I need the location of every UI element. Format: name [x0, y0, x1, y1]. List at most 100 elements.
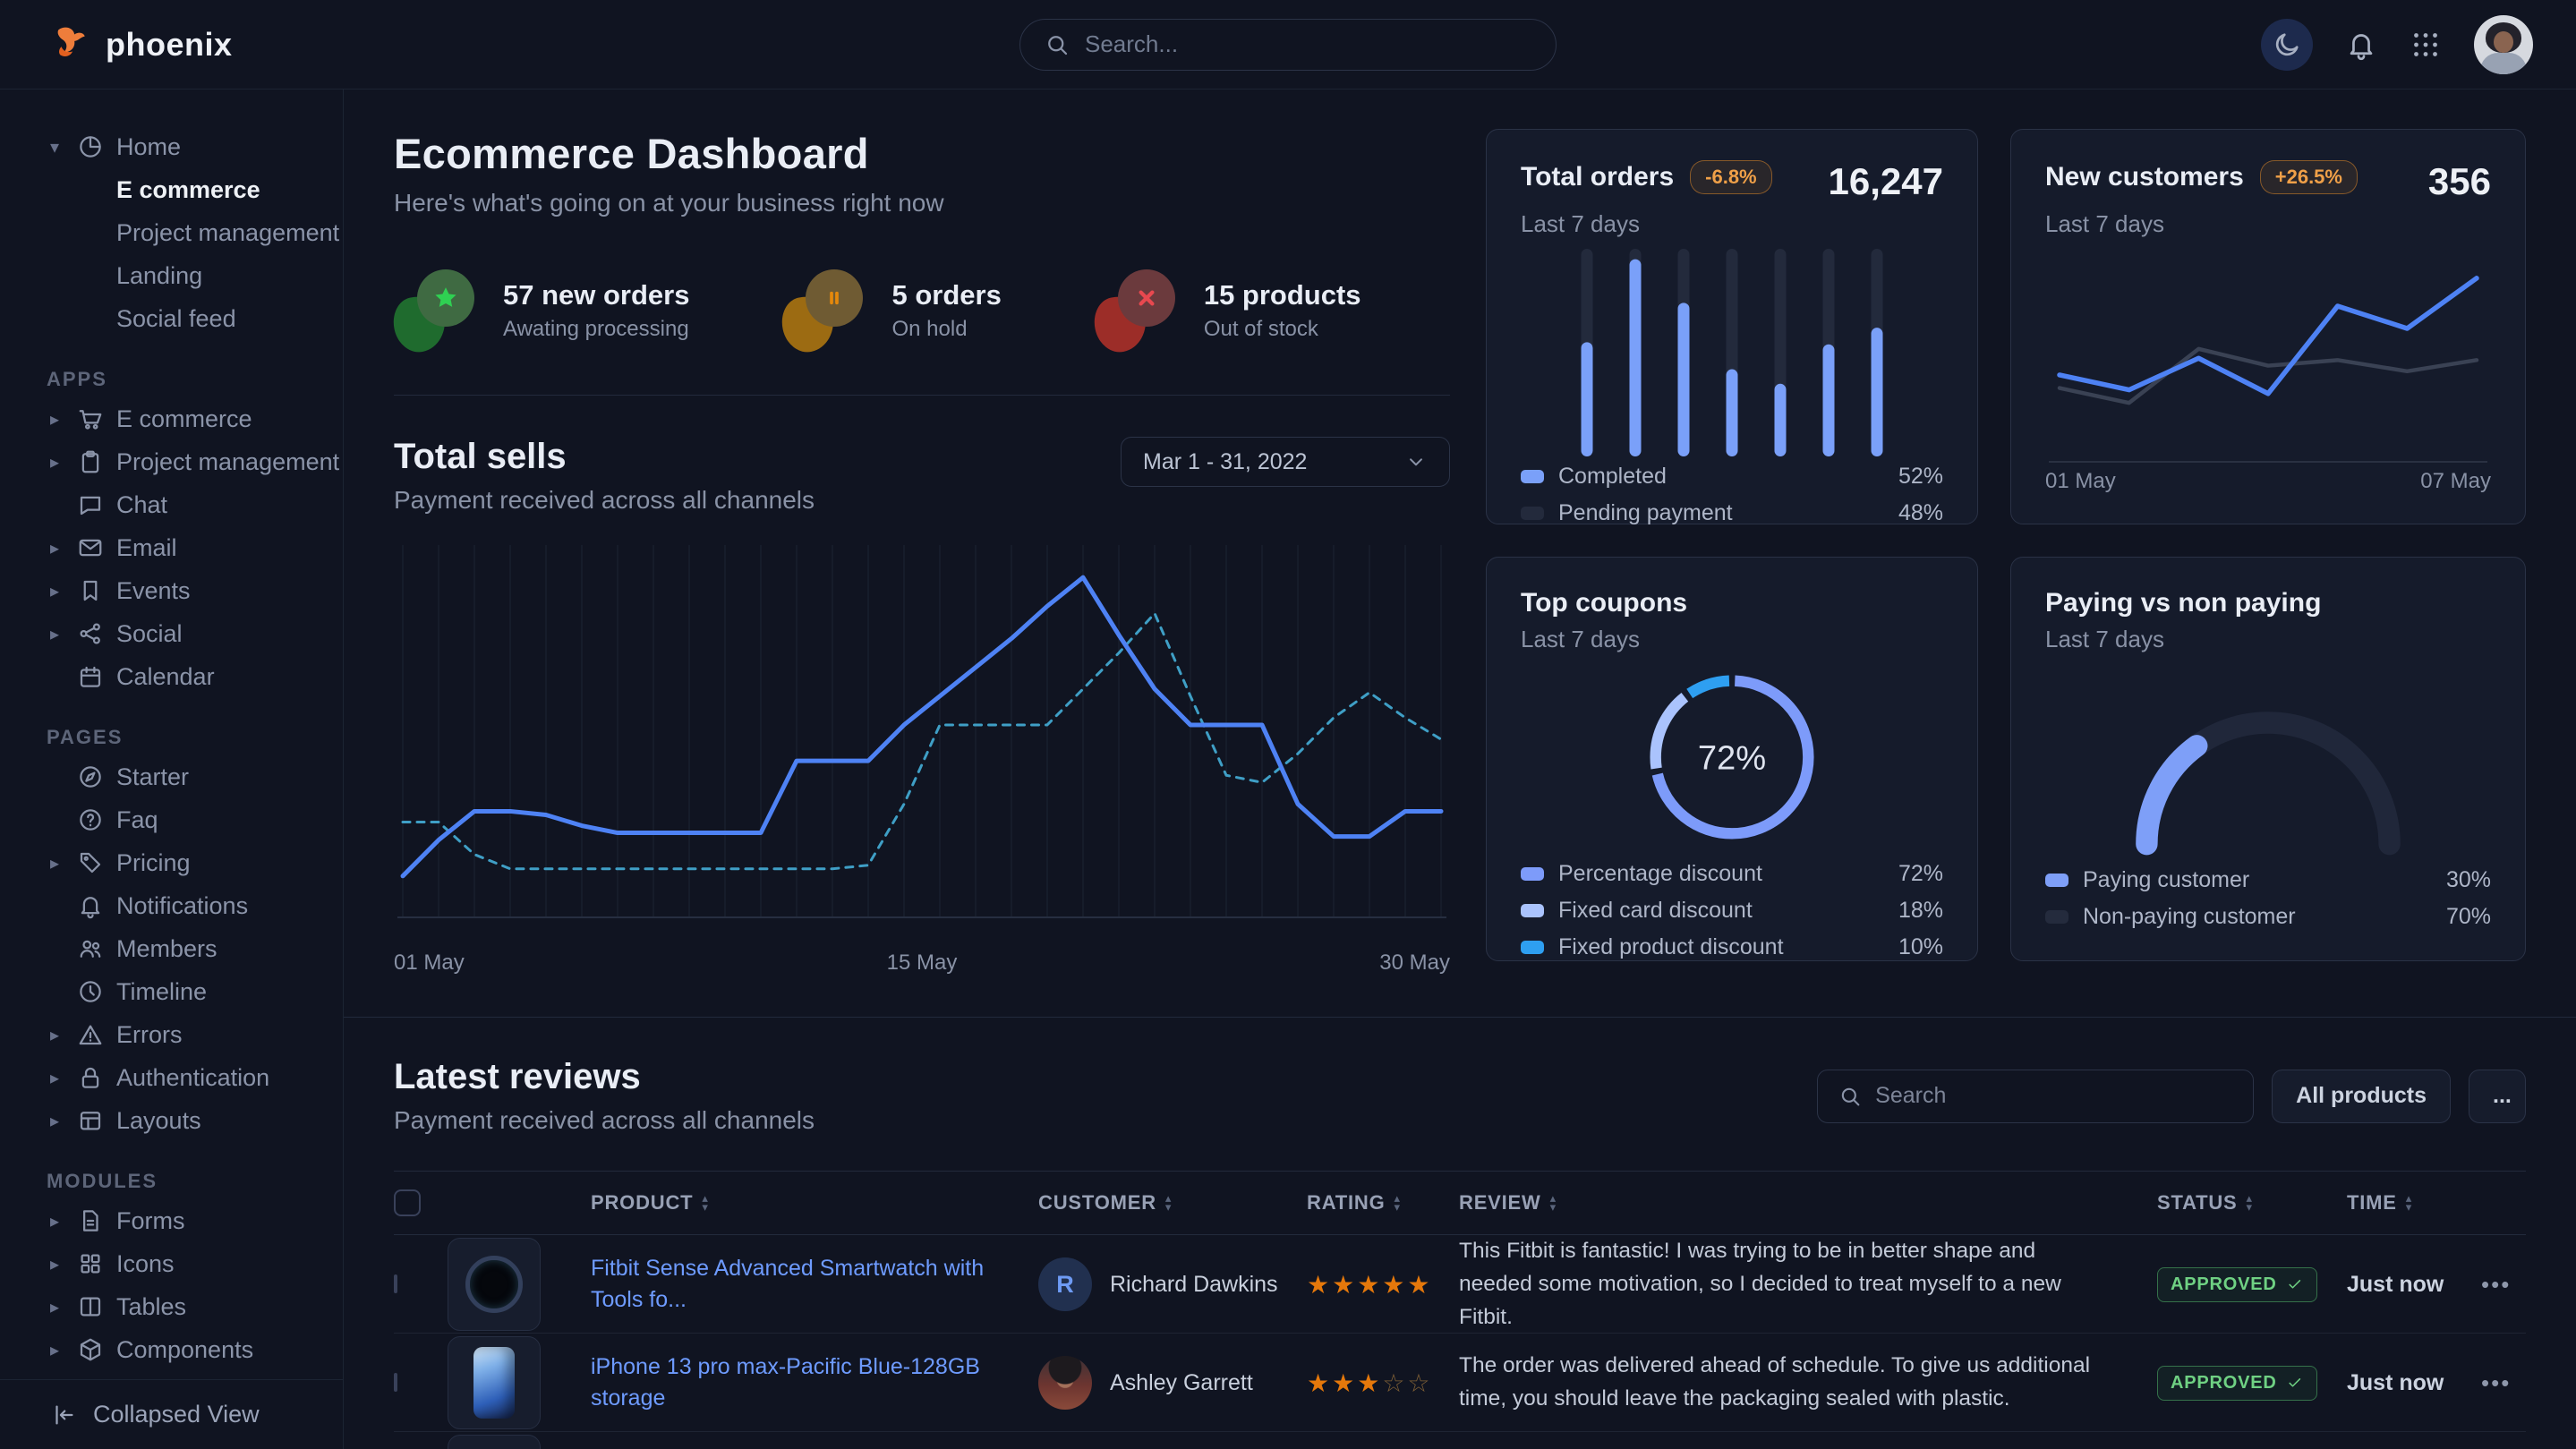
product-link[interactable]: iPhone 13 pro max-Pacific Blue-128GB sto… — [591, 1351, 1038, 1414]
sidebar-item-icons[interactable]: ▸Icons — [0, 1242, 343, 1285]
sidebar-subitem-landing[interactable]: Landing — [0, 254, 343, 297]
col-rating[interactable]: RATING▴▾ — [1307, 1191, 1459, 1215]
top-coupons-title: Top coupons — [1521, 588, 1943, 618]
brand-name: phoenix — [106, 26, 233, 64]
stat-5-orders: 5 orders On hold — [782, 269, 1001, 352]
total-orders-title: Total orders — [1521, 162, 1674, 192]
warning-icon — [77, 1021, 104, 1048]
sidebar-item-forms[interactable]: ▸Forms — [0, 1199, 343, 1242]
chevron-right-icon: ▸ — [45, 451, 64, 473]
customer-cell: RRichard Dawkins — [1038, 1257, 1307, 1311]
reviews-more-button[interactable]: ... — [2469, 1070, 2526, 1123]
new-customers-title: New customers — [2045, 162, 2244, 192]
sort-icon: ▴▾ — [2247, 1194, 2253, 1212]
sidebar-subitem-e-commerce[interactable]: E commerce — [0, 168, 343, 211]
sidebar-item-calendar[interactable]: Calendar — [0, 655, 343, 698]
row-checkbox[interactable] — [394, 1373, 397, 1392]
row-actions-button[interactable]: ••• — [2481, 1369, 2526, 1397]
bell-icon — [2345, 29, 2377, 61]
legend-label: Completed — [1558, 464, 1667, 490]
donut-center-label: 72% — [1698, 739, 1766, 777]
global-search[interactable] — [1019, 19, 1557, 71]
sidebar-item-faq[interactable]: Faq — [0, 798, 343, 841]
product-thumbnail[interactable] — [448, 1336, 541, 1429]
sidebar-item-e-commerce[interactable]: ▸E commerce — [0, 397, 343, 440]
status-badge: APPROVED — [2157, 1267, 2317, 1302]
chevron-right-icon: ▸ — [45, 623, 64, 645]
stat-value: 15 products — [1204, 279, 1361, 311]
collapsed-view-label: Collapsed View — [93, 1401, 260, 1428]
sidebar-subitem-social-feed[interactable]: Social feed — [0, 297, 343, 340]
sidebar-item-home[interactable]: ▾Home — [0, 125, 343, 168]
check-icon — [2286, 1275, 2304, 1293]
stat-sub: On hold — [891, 317, 1001, 342]
col-time[interactable]: TIME▴▾ — [2347, 1191, 2481, 1215]
date-range-value: Mar 1 - 31, 2022 — [1143, 449, 1307, 475]
sidebar-item-notifications[interactable]: Notifications — [0, 884, 343, 927]
apps-grid-button[interactable] — [2410, 29, 2442, 61]
main-content: Ecommerce Dashboard Here's what's going … — [344, 89, 2576, 1449]
col-customer[interactable]: CUSTOMER▴▾ — [1038, 1191, 1307, 1215]
notifications-button[interactable] — [2345, 29, 2377, 61]
table-row — [394, 1432, 2526, 1449]
sidebar-item-members[interactable]: Members — [0, 927, 343, 970]
date-range-select[interactable]: Mar 1 - 31, 2022 — [1121, 437, 1450, 487]
sidebar-item-errors[interactable]: ▸Errors — [0, 1013, 343, 1056]
stat-sub: Awating processing — [503, 317, 689, 342]
theme-toggle-button[interactable] — [2261, 19, 2313, 71]
select-all-checkbox[interactable] — [394, 1189, 421, 1216]
chevron-right-icon: ▸ — [45, 1339, 64, 1361]
legend-swatch — [1521, 867, 1544, 881]
sidebar-item-components[interactable]: ▸Components — [0, 1328, 343, 1371]
global-search-input[interactable] — [1085, 30, 1532, 58]
sidebar-item-layouts[interactable]: ▸Layouts — [0, 1099, 343, 1142]
sidebar-item-project-management[interactable]: ▸Project management — [0, 440, 343, 483]
sidebar-subitem-project-management[interactable]: Project management — [0, 211, 343, 254]
star-icon — [431, 283, 461, 313]
total-sells-chart — [394, 538, 1450, 941]
sidebar-item-events[interactable]: ▸Events — [0, 569, 343, 612]
compass-icon — [77, 763, 104, 790]
sidebar-item-timeline[interactable]: Timeline — [0, 970, 343, 1013]
pie-chart-icon — [77, 133, 104, 160]
col-status[interactable]: STATUS▴▾ — [2157, 1191, 2347, 1215]
stat-57-new-orders: 57 new ordersAwating processing — [394, 269, 689, 352]
row-checkbox[interactable] — [394, 1274, 397, 1293]
product-thumbnail[interactable] — [448, 1238, 541, 1331]
legend-value: 48% — [1898, 500, 1943, 526]
collapsed-view-toggle[interactable]: Collapsed View — [0, 1379, 343, 1449]
product-link[interactable]: Fitbit Sense Advanced Smartwatch with To… — [591, 1253, 1038, 1316]
sidebar-item-email[interactable]: ▸Email — [0, 526, 343, 569]
stat-15-products: 15 productsOut of stock — [1095, 269, 1361, 352]
help-icon — [77, 806, 104, 833]
legend-swatch — [2045, 910, 2068, 924]
total-orders-badge: -6.8% — [1690, 160, 1771, 194]
chat-icon — [77, 491, 104, 518]
col-review[interactable]: REVIEW▴▾ — [1459, 1191, 2157, 1215]
col-product[interactable]: PRODUCT▴▾ — [591, 1191, 1038, 1215]
page-subtitle: Here's what's going on at your business … — [394, 189, 1450, 217]
reviews-search-input[interactable] — [1875, 1083, 2233, 1109]
chevron-right-icon: ▸ — [45, 1110, 64, 1132]
sidebar-item-chat[interactable]: Chat — [0, 483, 343, 526]
stat-value: 5 orders — [891, 279, 1001, 311]
sidebar-item-social[interactable]: ▸Social — [0, 612, 343, 655]
legend-value: 72% — [1898, 861, 1943, 887]
legend-swatch — [1521, 507, 1544, 520]
sidebar-item-tables[interactable]: ▸Tables — [0, 1285, 343, 1328]
legend-item-completed: Completed52% — [1521, 464, 1943, 490]
legend-value: 18% — [1898, 898, 1943, 924]
reviews-search[interactable] — [1817, 1070, 2254, 1123]
sidebar-item-pricing[interactable]: ▸Pricing — [0, 841, 343, 884]
sidebar-item-starter[interactable]: Starter — [0, 755, 343, 798]
legend-value: 70% — [2446, 904, 2491, 930]
all-products-button[interactable]: All products — [2272, 1070, 2451, 1123]
columns-icon — [77, 1293, 104, 1320]
reviews-table-header: PRODUCT▴▾CUSTOMER▴▾RATING▴▾REVIEW▴▾STATU… — [394, 1171, 2526, 1235]
row-actions-button[interactable]: ••• — [2481, 1271, 2526, 1299]
user-avatar[interactable] — [2474, 15, 2533, 74]
new-customers-value: 356 — [2428, 160, 2491, 203]
sidebar-item-authentication[interactable]: ▸Authentication — [0, 1056, 343, 1099]
product-thumbnail[interactable] — [448, 1435, 541, 1449]
brand-logo[interactable]: phoenix — [50, 24, 233, 65]
